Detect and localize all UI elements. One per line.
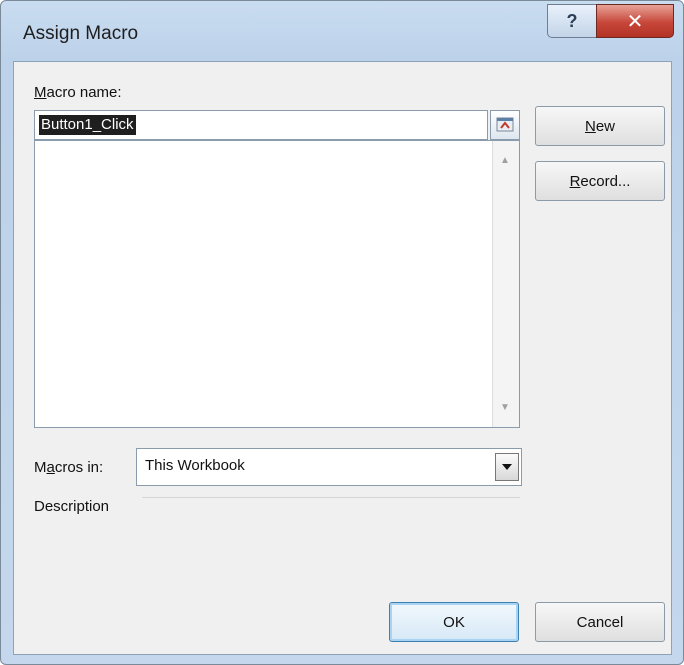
macro-name-input[interactable]: Button1_Click — [34, 110, 488, 140]
ok-button[interactable]: OK — [389, 602, 519, 642]
close-button[interactable]: ✕ — [596, 4, 674, 38]
record-button[interactable]: Record... — [535, 161, 665, 201]
macro-name-label: Macro name: — [34, 84, 122, 101]
record-button-label: Record... — [569, 172, 631, 190]
dialog-title: Assign Macro — [23, 23, 139, 44]
ok-button-label: OK — [443, 613, 465, 631]
macro-list-scrollbar[interactable]: ▲ ▼ — [492, 141, 519, 427]
new-button[interactable]: New — [535, 106, 665, 146]
macro-name-value: Button1_Click — [39, 115, 136, 135]
macros-in-label: Macros in: — [34, 459, 104, 476]
collapse-dialog-icon — [496, 117, 514, 132]
cancel-button[interactable]: Cancel — [535, 602, 665, 642]
macros-in-select[interactable]: This Workbook — [136, 448, 522, 486]
help-button[interactable]: ? — [547, 4, 597, 38]
scroll-down-arrow-icon[interactable]: ▼ — [500, 402, 510, 413]
assign-macro-dialog: Assign Macro ? ✕ Macro name: Button1_Cli… — [0, 0, 684, 665]
dropdown-arrow-icon — [502, 464, 512, 470]
close-icon: ✕ — [626, 10, 644, 33]
dialog-body: Macro name: Button1_Click ▲ ▼ New Record… — [13, 61, 672, 655]
title-bar[interactable]: Assign Macro ? ✕ — [1, 1, 683, 63]
help-icon: ? — [566, 10, 578, 31]
collapse-dialog-button[interactable] — [490, 110, 520, 140]
new-button-label: New — [584, 117, 616, 135]
description-label: Description — [34, 498, 110, 515]
macro-list[interactable]: ▲ ▼ — [34, 140, 520, 428]
cancel-button-label: Cancel — [576, 613, 624, 631]
macros-in-value: This Workbook — [145, 457, 245, 474]
scroll-up-arrow-icon[interactable]: ▲ — [500, 155, 510, 166]
description-divider — [142, 497, 520, 498]
macros-in-dropdown-button[interactable] — [495, 453, 519, 481]
